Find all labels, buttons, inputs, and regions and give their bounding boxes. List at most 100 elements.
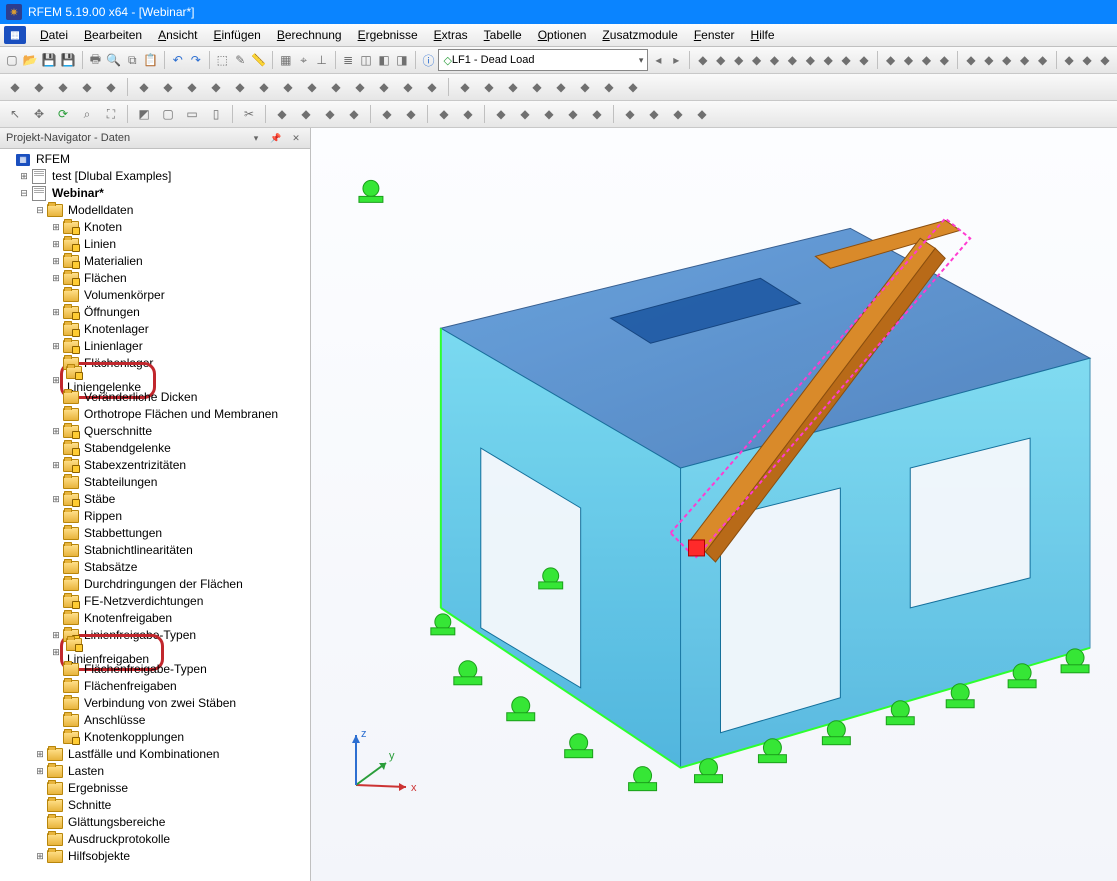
tree-item[interactable]: Ausdruckprotokolle (2, 831, 310, 848)
tree-item[interactable]: Knotenlager (2, 321, 310, 338)
toolbar-t7-button[interactable]: ◆ (802, 49, 818, 71)
toolbar-w-button[interactable]: ◆ (550, 76, 572, 98)
toolbar-view1-button[interactable]: ◆ (433, 103, 455, 125)
toolbar-i-button[interactable]: ◆ (205, 76, 227, 98)
toolbar-open-button[interactable]: 📂 (22, 49, 39, 71)
tree-item[interactable]: ⊞Linienlager (2, 338, 310, 355)
toolbar-a-button[interactable]: ◆ (4, 76, 26, 98)
tree-item[interactable]: ⊞Knoten (2, 219, 310, 236)
tree-item[interactable]: Veränderliche Dicken (2, 389, 310, 406)
menu-berechnung[interactable]: Berechnung (269, 26, 350, 44)
toolbar-t14-button[interactable]: ◆ (936, 49, 952, 71)
toolbar-k-button[interactable]: ◆ (253, 76, 275, 98)
toolbar-s-button[interactable]: ◆ (454, 76, 476, 98)
menu-ergebnisse[interactable]: Ergebnisse (350, 26, 426, 44)
tree-item[interactable]: Anschlüsse (2, 712, 310, 729)
toolbar-sec1-button[interactable]: ◆ (271, 103, 293, 125)
tree-item[interactable]: FE-Netzverdichtungen (2, 593, 310, 610)
toolbar-t10-button[interactable]: ◆ (856, 49, 872, 71)
tree-item[interactable]: ⊞Stäbe (2, 491, 310, 508)
tree-item[interactable]: Flächenfreigabe-Typen (2, 661, 310, 678)
toolbar-p-button[interactable]: ◆ (373, 76, 395, 98)
tree-item[interactable]: ⊞Linienfreigaben (2, 644, 310, 661)
tree-item[interactable]: ⊞Flächen (2, 270, 310, 287)
toolbar-r-button[interactable]: ◆ (421, 76, 443, 98)
toolbar-t16-button[interactable]: ◆ (981, 49, 997, 71)
toolbar-t12-button[interactable]: ◆ (901, 49, 917, 71)
navigator-pin-icon[interactable]: 📌 (268, 130, 284, 146)
tree-item[interactable]: Flächenlager (2, 355, 310, 372)
tree-item[interactable]: ⊞Materialien (2, 253, 310, 270)
toolbar-arr-l-button[interactable]: ◂ (650, 49, 666, 71)
toolbar-n-button[interactable]: ◆ (325, 76, 347, 98)
toolbar-t21-button[interactable]: ◆ (1079, 49, 1095, 71)
toolbar-t2-button[interactable]: ◆ (713, 49, 729, 71)
toolbar-snap-button[interactable]: ⌖ (296, 49, 312, 71)
menu-einfügen[interactable]: Einfügen (205, 26, 268, 44)
toolbar-u-button[interactable]: ◆ (502, 76, 524, 98)
app-logo-icon[interactable]: ▦ (4, 26, 26, 44)
tree-item[interactable]: Orthotrope Flächen und Membranen (2, 406, 310, 423)
toolbar-arr-r-button[interactable]: ▸ (668, 49, 684, 71)
tree-item[interactable]: Flächenfreigaben (2, 678, 310, 695)
toolbar-x-button[interactable]: ◆ (574, 76, 596, 98)
toolbar-ren1-button[interactable]: ◆ (490, 103, 512, 125)
tree-item[interactable]: Rippen (2, 508, 310, 525)
toolbar-e-button[interactable]: ◆ (100, 76, 122, 98)
toolbar-t11-button[interactable]: ◆ (883, 49, 899, 71)
menu-bearbeiten[interactable]: Bearbeiten (76, 26, 150, 44)
toolbar-l-button[interactable]: ◆ (277, 76, 299, 98)
toolbar-grid-button[interactable]: ▦ (278, 49, 294, 71)
tree-item[interactable]: Knotenkopplungen (2, 729, 310, 746)
menu-ansicht[interactable]: Ansicht (150, 26, 205, 44)
toolbar-t-button[interactable]: ◆ (478, 76, 500, 98)
toolbar-t6-button[interactable]: ◆ (784, 49, 800, 71)
toolbar-views-button[interactable]: ◫ (358, 49, 374, 71)
toolbar-t3-button[interactable]: ◆ (731, 49, 747, 71)
toolbar-j-button[interactable]: ◆ (229, 76, 251, 98)
tree-item[interactable]: ▦RFEM (2, 151, 310, 168)
toolbar-print-button[interactable]: 🖶 (87, 49, 103, 71)
tree-item[interactable]: Schnitte (2, 797, 310, 814)
toolbar-info-button[interactable]: ⓘ (421, 49, 437, 71)
toolbar-side-button[interactable]: ▯ (205, 103, 227, 125)
toolbar-iso-button[interactable]: ◩ (133, 103, 155, 125)
tree-item[interactable]: ⊟Webinar* (2, 185, 310, 202)
toolbar-t18-button[interactable]: ◆ (1017, 49, 1033, 71)
tree-item[interactable]: ⊞test [Dlubal Examples] (2, 168, 310, 185)
toolbar-t17-button[interactable]: ◆ (999, 49, 1015, 71)
menu-tabelle[interactable]: Tabelle (476, 26, 530, 44)
toolbar-ortho-button[interactable]: ⊥ (314, 49, 330, 71)
tree-item[interactable]: Ergebnisse (2, 780, 310, 797)
toolbar-ax3-button[interactable]: ◆ (667, 103, 689, 125)
toolbar-view2-button[interactable]: ◆ (457, 103, 479, 125)
toolbar-f-button[interactable]: ◆ (133, 76, 155, 98)
tree-item[interactable]: ⊞Querschnitte (2, 423, 310, 440)
toolbar-cut-button[interactable]: ✂ (238, 103, 260, 125)
toolbar-preview-button[interactable]: 🔍 (105, 49, 122, 71)
toolbar-d-button[interactable]: ◆ (76, 76, 98, 98)
tree-item[interactable]: ⊞Hilfsobjekte (2, 848, 310, 865)
menu-hilfe[interactable]: Hilfe (743, 26, 783, 44)
tree-item[interactable]: ⊞Stabexzentrizitäten (2, 457, 310, 474)
toolbar-c-button[interactable]: ◆ (52, 76, 74, 98)
load-case-select[interactable]: ◇ LF1 - Dead Load (438, 49, 648, 71)
toolbar-select-button[interactable]: ⬚ (214, 49, 230, 71)
navigator-menu-icon[interactable]: ▾ (248, 130, 264, 146)
toolbar-y-button[interactable]: ◆ (598, 76, 620, 98)
toolbar-new-button[interactable]: ▢ (4, 49, 20, 71)
toolbar-t20-button[interactable]: ◆ (1061, 49, 1077, 71)
toolbar-top-button[interactable]: ▢ (157, 103, 179, 125)
toolbar-win1-button[interactable]: ◧ (376, 49, 392, 71)
toolbar-undo-button[interactable]: ↶ (170, 49, 186, 71)
toolbar-b-button[interactable]: ◆ (28, 76, 50, 98)
toolbar-sec3-button[interactable]: ◆ (319, 103, 341, 125)
toolbar-ax4-button[interactable]: ◆ (691, 103, 713, 125)
toolbar-cursor-button[interactable]: ↖ (4, 103, 26, 125)
toolbar-lay2-button[interactable]: ◆ (400, 103, 422, 125)
menu-datei[interactable]: Datei (32, 26, 76, 44)
toolbar-ren2-button[interactable]: ◆ (514, 103, 536, 125)
toolbar-orbit-button[interactable]: ⟳ (52, 103, 74, 125)
toolbar-ren3-button[interactable]: ◆ (538, 103, 560, 125)
tree-item[interactable]: Stabendgelenke (2, 440, 310, 457)
